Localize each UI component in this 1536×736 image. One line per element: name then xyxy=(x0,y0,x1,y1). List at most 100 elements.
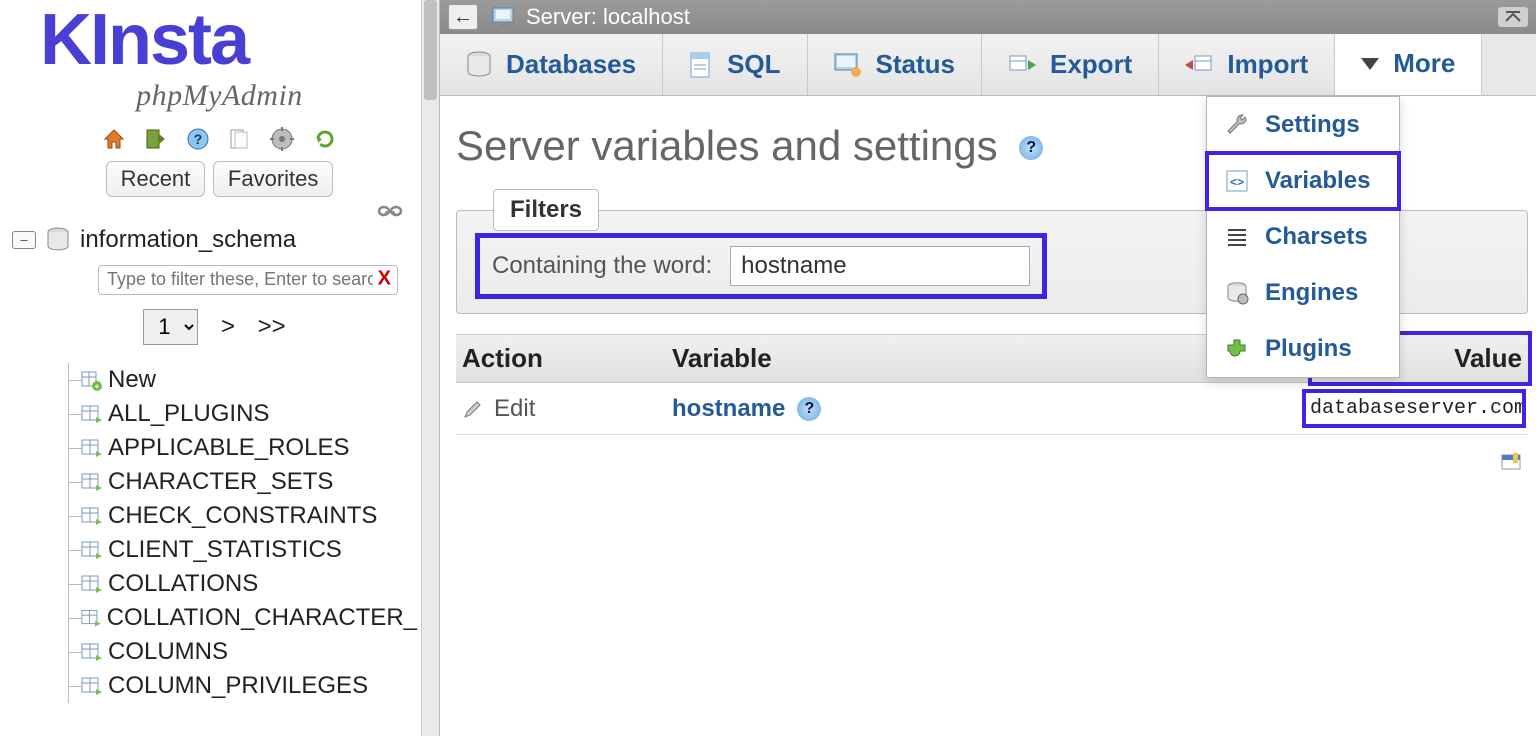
containing-label: Containing the word: xyxy=(492,252,712,280)
tree-new-label: New xyxy=(108,366,156,394)
docs-icon[interactable] xyxy=(224,128,254,150)
db-icon xyxy=(46,227,70,253)
link-row xyxy=(0,199,439,226)
logo-area: KInsta phpMyAdmin xyxy=(0,0,439,123)
wrench-icon xyxy=(1225,113,1249,137)
tree-item[interactable]: APPLICABLE_ROLES xyxy=(12,431,417,465)
more-item-variables[interactable]: <> Variables xyxy=(1207,153,1399,209)
recent-tab[interactable]: Recent xyxy=(106,161,206,197)
variable-value: databaseserver.com xyxy=(1306,393,1522,424)
status-icon xyxy=(834,52,862,78)
collapse-toggle-icon[interactable]: − xyxy=(12,231,36,249)
containing-input[interactable] xyxy=(730,246,1030,286)
tab-export[interactable]: Export xyxy=(982,34,1159,95)
tree-item[interactable]: COLUMNS xyxy=(12,635,417,669)
sidebar-scrollbar[interactable] xyxy=(421,0,439,736)
table-pager: 1 > >> xyxy=(12,309,417,345)
pencil-icon xyxy=(462,398,484,420)
tree-new-table[interactable]: + New xyxy=(12,363,417,397)
db-label: information_schema xyxy=(80,226,296,254)
table-icon xyxy=(80,505,102,527)
tree-item[interactable]: COLUMN_PRIVILEGES xyxy=(12,669,417,703)
filter-box: Containing the word: xyxy=(475,233,1047,299)
logout-icon[interactable] xyxy=(141,128,171,150)
phpmyadmin-subtitle: phpMyAdmin xyxy=(10,79,429,113)
tree-item[interactable]: ALL_PLUGINS xyxy=(12,397,417,431)
home-icon[interactable] xyxy=(99,128,129,150)
more-item-plugins[interactable]: Plugins xyxy=(1207,321,1399,377)
svg-text:<>: <> xyxy=(1230,175,1244,189)
tab-more[interactable]: More xyxy=(1335,34,1482,95)
filters-legend: Filters xyxy=(493,189,599,231)
tab-import[interactable]: Import xyxy=(1159,34,1335,95)
recent-favorites-tabs: Recent Favorites xyxy=(0,161,439,197)
page-title: Server variables and settings xyxy=(456,122,998,170)
table-icon xyxy=(80,437,102,459)
topbar: ← Server: localhost xyxy=(440,0,1536,34)
plugins-icon xyxy=(1225,337,1249,361)
tree-filter-row: X xyxy=(12,260,417,299)
new-table-icon: + xyxy=(80,369,102,391)
kinsta-logo-icon: KInsta xyxy=(40,4,400,78)
tab-sql[interactable]: SQL xyxy=(663,34,807,95)
table-icon xyxy=(80,539,102,561)
tree-item[interactable]: CLIENT_STATISTICS xyxy=(12,533,417,567)
table-icon xyxy=(80,675,102,697)
table-icon xyxy=(80,403,102,425)
svg-text:?: ? xyxy=(193,131,202,147)
more-dropdown: Settings <> Variables Charsets Engines P… xyxy=(1206,96,1400,378)
table-icon xyxy=(80,471,102,493)
tab-databases[interactable]: Databases xyxy=(440,34,663,95)
sql-icon xyxy=(689,51,713,79)
quick-icon-row: ? xyxy=(0,127,439,151)
tab-status[interactable]: Status xyxy=(808,34,982,95)
favorites-tab[interactable]: Favorites xyxy=(213,161,333,197)
more-item-engines[interactable]: Engines xyxy=(1207,265,1399,321)
reload-icon[interactable] xyxy=(310,128,340,150)
table-icon xyxy=(80,607,101,629)
tree-filter-input[interactable] xyxy=(98,265,398,295)
page-next[interactable]: > xyxy=(221,313,235,340)
tree-item[interactable]: CHECK_CONSTRAINTS xyxy=(12,499,417,533)
more-item-charsets[interactable]: Charsets xyxy=(1207,209,1399,265)
server-icon xyxy=(492,6,518,28)
table-row: Edit hostname ? databaseserver.com xyxy=(456,383,1528,435)
page-last[interactable]: >> xyxy=(258,313,286,340)
page-select[interactable]: 1 xyxy=(143,309,198,345)
clear-filter-icon[interactable]: X xyxy=(378,268,391,291)
back-button[interactable]: ← xyxy=(448,4,478,30)
th-action: Action xyxy=(456,335,666,382)
engines-icon xyxy=(1225,281,1249,305)
link-icon[interactable] xyxy=(377,207,403,222)
main-tabs: Databases SQL Status Export Import More xyxy=(440,34,1536,96)
scrollbar-thumb[interactable] xyxy=(424,0,437,100)
server-breadcrumb[interactable]: Server: localhost xyxy=(526,4,690,30)
sidebar: KInsta phpMyAdmin ? Recent Favorites xyxy=(0,0,440,736)
export-icon xyxy=(1008,52,1036,78)
table-icon xyxy=(80,641,102,663)
import-icon xyxy=(1185,52,1213,78)
chevron-down-icon xyxy=(1361,58,1379,70)
edit-action[interactable]: Edit xyxy=(462,395,672,423)
variables-icon: <> xyxy=(1225,169,1249,193)
svg-text:+: + xyxy=(95,382,100,391)
more-item-settings[interactable]: Settings xyxy=(1207,97,1399,153)
db-icon xyxy=(466,51,492,79)
db-node[interactable]: − information_schema xyxy=(12,226,417,254)
variable-help-icon[interactable]: ? xyxy=(797,397,821,421)
table-icon xyxy=(80,573,102,595)
logo-link[interactable]: KInsta xyxy=(40,4,400,81)
db-tree: − information_schema X 1 > >> + New ALL_… xyxy=(0,226,439,703)
bookmark-icon[interactable] xyxy=(1500,453,1522,475)
variable-name[interactable]: hostname ? xyxy=(672,395,1306,423)
collapse-panel-icon[interactable] xyxy=(1498,7,1528,27)
charsets-icon xyxy=(1225,225,1249,249)
svg-text:KInsta: KInsta xyxy=(40,4,251,78)
gear-icon[interactable] xyxy=(266,127,298,151)
tree-item[interactable]: CHARACTER_SETS xyxy=(12,465,417,499)
tree-item[interactable]: COLLATIONS xyxy=(12,567,417,601)
main: ← Server: localhost Databases SQL Status… xyxy=(440,0,1536,736)
tree-item[interactable]: COLLATION_CHARACTER_ xyxy=(12,601,417,635)
help-icon[interactable]: ? xyxy=(183,128,213,150)
help-icon[interactable]: ? xyxy=(1019,136,1043,160)
